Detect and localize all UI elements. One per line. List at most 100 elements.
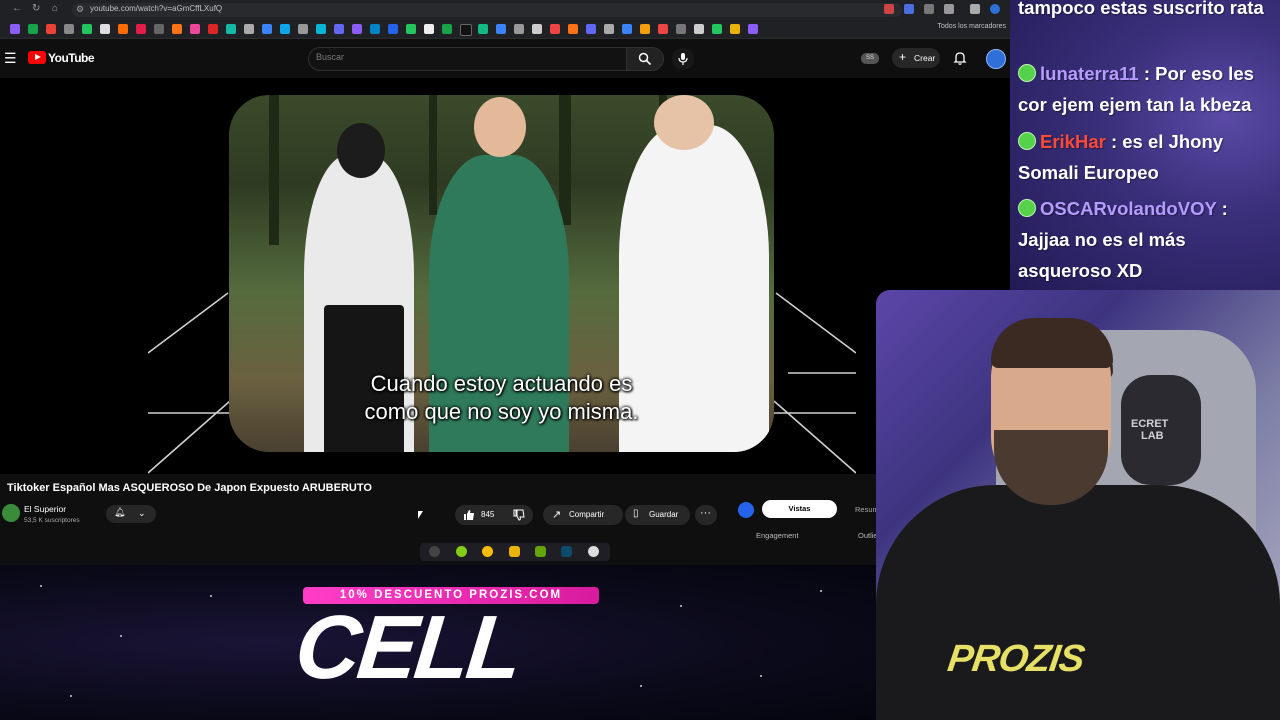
bookmark-icon[interactable] (694, 24, 704, 34)
app-icon[interactable] (456, 546, 467, 557)
bookmark-icon[interactable] (388, 24, 398, 34)
share-button[interactable]: ↗ Compartir (543, 505, 623, 525)
bookmark-icon[interactable] (460, 24, 472, 36)
bookmark-icon[interactable] (262, 24, 272, 34)
bookmark-icon[interactable] (100, 24, 110, 34)
bookmark-icon[interactable] (586, 24, 596, 34)
menu-icon[interactable]: ☰ (4, 50, 17, 67)
person-in-video (654, 95, 714, 150)
bookmark-icon[interactable] (712, 24, 722, 34)
extension-icon[interactable] (904, 4, 914, 14)
bookmark-icon[interactable] (640, 24, 650, 34)
bookmark-icon[interactable] (370, 24, 380, 34)
photoshop-icon[interactable] (561, 546, 572, 557)
bookmark-icon[interactable] (298, 24, 308, 34)
bookmark-icon[interactable] (64, 24, 74, 34)
bookmark-icon[interactable] (208, 24, 218, 34)
app-icon[interactable] (429, 546, 440, 557)
chat-username[interactable]: ErikHar (1040, 131, 1106, 152)
bookmark-icon[interactable] (550, 24, 560, 34)
notifications-bell-icon[interactable] (952, 50, 968, 66)
subscriber-count: 53,5 K suscriptores (24, 517, 80, 524)
plus-icon: + (899, 50, 907, 64)
extension-icon[interactable] (738, 502, 754, 518)
like-button[interactable] (463, 509, 475, 523)
extension-icon[interactable] (924, 4, 934, 14)
bookmark-icon[interactable] (352, 24, 362, 34)
outline-label: Outlie (858, 531, 878, 540)
bookmark-icon[interactable] (154, 24, 164, 34)
video-title: Tiktoker Español Mas ASQUEROSO De Japon … (7, 482, 372, 494)
site-info-icon[interactable]: ⚙ (76, 4, 84, 15)
bookmark-icon[interactable] (478, 24, 488, 34)
profile-icon[interactable] (990, 4, 1000, 14)
voice-search-button[interactable] (672, 48, 694, 70)
bookmark-icon[interactable] (46, 24, 56, 34)
bookmark-icon[interactable] (118, 24, 128, 34)
bookmark-icon[interactable] (748, 24, 758, 34)
reload-icon[interactable]: ↻ (32, 3, 40, 14)
more-actions-button[interactable]: ··· (695, 505, 717, 525)
subscription-bell-button[interactable]: 🔔︎ ⌄ (106, 505, 156, 523)
bookmark-icon[interactable] (172, 24, 182, 34)
like-count: 845 (481, 510, 495, 519)
bookmark-icon[interactable] (406, 24, 416, 34)
streamer-hair (991, 318, 1113, 368)
folder-icon[interactable] (509, 546, 520, 557)
all-bookmarks-link[interactable]: Todos los marcadores (938, 23, 1006, 30)
bookmark-icon[interactable] (730, 24, 740, 34)
bookmark-icon[interactable] (82, 24, 92, 34)
home-icon[interactable]: ⌂ (52, 3, 58, 14)
bookmark-icon[interactable] (658, 24, 668, 34)
search-input[interactable]: Buscar (308, 47, 628, 71)
bookmark-icon[interactable] (604, 24, 614, 34)
chair-logo: ECRET LAB (1131, 418, 1169, 442)
bookmark-icon[interactable] (442, 24, 452, 34)
channel-avatar[interactable] (2, 504, 20, 522)
address-bar[interactable]: ⚙ youtube.com/watch?v=aGmCffLXufQ (72, 3, 902, 17)
back-icon[interactable]: ← (12, 3, 22, 14)
bookmark-icon[interactable] (280, 24, 290, 34)
chat-username[interactable]: OSCARvolandoVOY (1040, 198, 1216, 219)
save-button[interactable]: ▯ Guardar (625, 505, 690, 525)
video-player[interactable]: Cuando estoy actuando es como que no soy… (0, 78, 1010, 474)
stream-chat: tampoco estas suscrito rata lunaterra11 … (1010, 0, 1280, 292)
bookmark-icon[interactable] (532, 24, 542, 34)
youtube-logo-text[interactable]: YouTube (48, 51, 95, 65)
app-icon[interactable] (535, 546, 546, 557)
bookmark-icon[interactable] (244, 24, 254, 34)
bookmark-icon[interactable] (496, 24, 506, 34)
bookmark-icon[interactable] (568, 24, 578, 34)
bookmark-icon[interactable] (514, 24, 524, 34)
bookmark-icon[interactable] (28, 24, 38, 34)
bookmark-icon[interactable] (190, 24, 200, 34)
bookmark-icon[interactable] (136, 24, 146, 34)
chrome-icon[interactable] (482, 546, 493, 557)
youtube-logo-icon[interactable] (28, 51, 46, 64)
menu-icon[interactable] (970, 4, 980, 14)
more-icon: ··· (700, 507, 711, 519)
extension-icon[interactable] (944, 4, 954, 14)
tab-vistas[interactable]: Vistas (762, 500, 837, 518)
person-in-video (474, 97, 526, 157)
bookmark-icon[interactable] (622, 24, 632, 34)
create-button[interactable]: + Crear (892, 48, 940, 68)
streamer-webcam: ECRET LAB PROZIS (876, 290, 1280, 720)
chat-message: OSCARvolandoVOY : Jajjaa no es el más as… (1018, 193, 1280, 286)
bookmark-icon[interactable] (316, 24, 326, 34)
bookmark-icon[interactable] (334, 24, 344, 34)
account-avatar[interactable] (986, 49, 1006, 69)
app-icon[interactable] (588, 546, 599, 557)
ss-badge[interactable]: SS (861, 53, 879, 64)
bookmark-icon[interactable] (676, 24, 686, 34)
bookmark-icon[interactable] (226, 24, 236, 34)
extension-icon[interactable] (884, 4, 894, 14)
bookmark-icon[interactable] (424, 24, 434, 34)
bookmark-icon[interactable] (10, 24, 20, 34)
chat-username[interactable]: lunaterra11 (1040, 63, 1139, 84)
video-frame[interactable]: Cuando estoy actuando es como que no soy… (229, 95, 774, 452)
browser-window: ← ↻ ⌂ ⚙ youtube.com/watch?v=aGmCffLXufQ (0, 0, 1010, 565)
search-button[interactable] (626, 47, 664, 71)
dislike-button[interactable] (513, 509, 525, 523)
channel-name[interactable]: El Superior (24, 504, 66, 514)
